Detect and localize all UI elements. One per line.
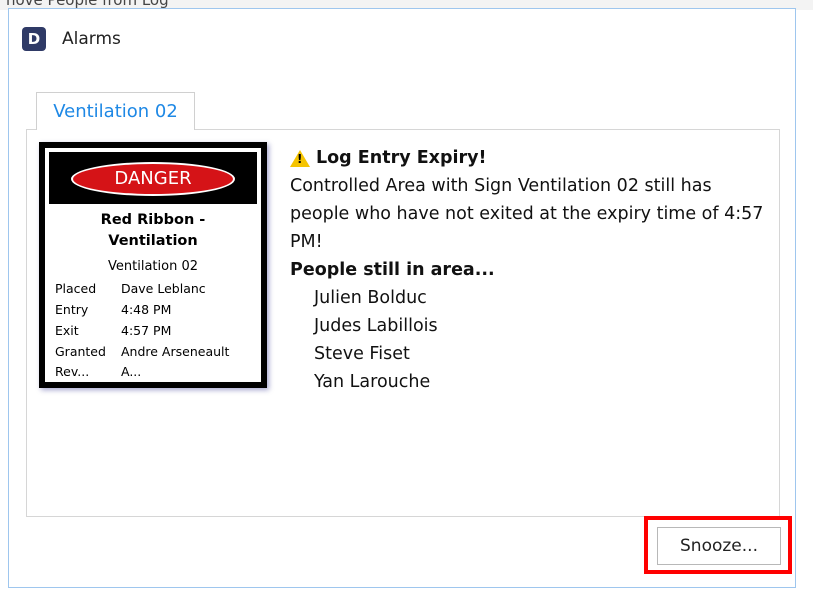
sign-row-value: Dave Leblanc — [121, 281, 206, 296]
app-logo-icon: D — [22, 27, 46, 51]
sign-title: Red Ribbon - Ventilation — [45, 210, 261, 252]
people-label: People still in area... — [290, 260, 495, 280]
alarms-dialog: D Alarms Ventilation 02 DANGER Red Ribbo… — [8, 8, 796, 588]
sign-row-granted: Granted Andre Arseneault — [55, 344, 229, 359]
sign-title-line1: Red Ribbon - — [100, 212, 206, 228]
tab-ventilation-02[interactable]: Ventilation 02 — [36, 92, 195, 130]
tab-panel: DANGER Red Ribbon - Ventilation Ventilat… — [26, 129, 780, 517]
sign-header: DANGER — [49, 152, 257, 204]
sign-row-value: 4:48 PM — [121, 302, 172, 317]
dialog-title: Alarms — [62, 29, 121, 49]
person-item: Yan Larouche — [314, 372, 431, 392]
sign-subtitle: Ventilation 02 — [108, 259, 198, 274]
sign-row-value: 4:57 PM — [121, 323, 172, 338]
person-item: Judes Labillois — [314, 316, 438, 336]
warning-icon — [290, 149, 310, 167]
sign-row-value: Andre Arseneault — [121, 344, 230, 359]
sign-row-placed: Placed Dave Leblanc — [55, 281, 206, 296]
sign-row-entry: Entry 4:48 PM — [55, 302, 171, 317]
danger-label: DANGER — [71, 162, 235, 196]
sign-row-key: Rev... — [55, 364, 90, 379]
sign-title-line2: Ventilation — [108, 233, 198, 249]
alarm-message: Log Entry Expiry! Controlled Area with S… — [290, 144, 770, 396]
person-item: Julien Bolduc — [314, 288, 427, 308]
sign-row-key: Exit — [55, 323, 79, 338]
sign-row-value: A... — [121, 364, 142, 379]
danger-sign: DANGER Red Ribbon - Ventilation Ventilat… — [39, 142, 267, 388]
alarm-body-text: Controlled Area with Sign Ventilation 02… — [290, 176, 764, 252]
danger-sign-face: DANGER Red Ribbon - Ventilation Ventilat… — [45, 148, 261, 382]
alarm-heading-text: Log Entry Expiry! — [316, 148, 487, 168]
sign-row-revoked: Rev... A... — [55, 364, 141, 379]
alarm-heading: Log Entry Expiry! — [290, 144, 770, 172]
sign-row-key: Entry — [55, 302, 89, 317]
snooze-button[interactable]: Snooze... — [657, 527, 781, 565]
person-item: Steve Fiset — [314, 344, 410, 364]
sign-row-exit: Exit 4:57 PM — [55, 323, 171, 338]
sign-row-key: Placed — [55, 281, 97, 296]
sign-row-key: Granted — [55, 344, 106, 359]
